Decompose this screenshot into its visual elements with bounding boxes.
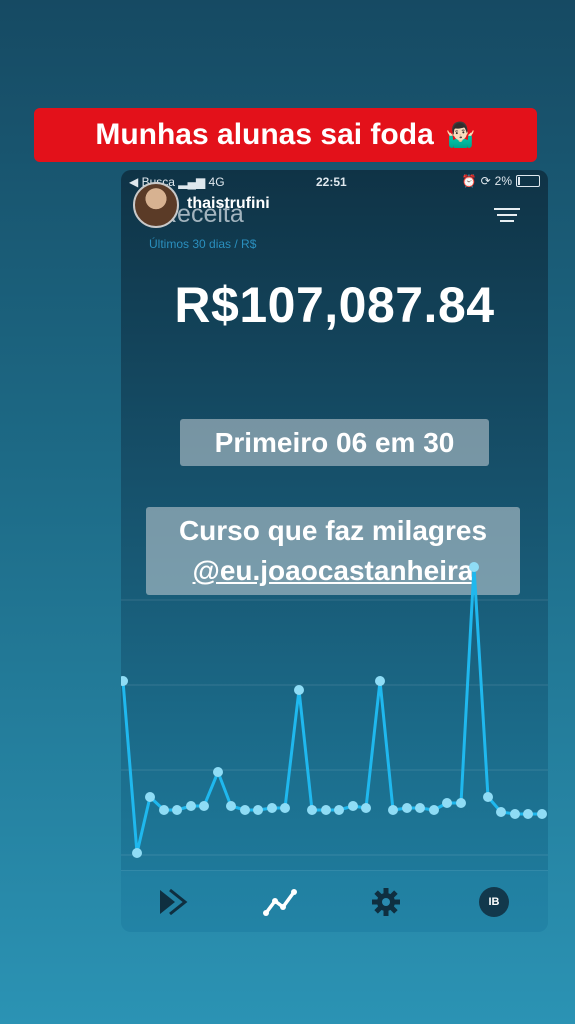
banner-text: Munhas alunas sai foda	[95, 118, 434, 151]
sticker-line-1: Primeiro 06 em 30	[214, 427, 455, 458]
username[interactable]: thaistrufini	[187, 195, 270, 213]
data-point	[429, 805, 439, 815]
data-point	[132, 848, 142, 858]
data-point	[172, 805, 182, 815]
data-point	[348, 801, 358, 811]
data-point	[456, 798, 466, 808]
tab-settings[interactable]	[369, 885, 403, 919]
data-point	[240, 805, 250, 815]
chart-icon	[263, 889, 297, 916]
data-point	[402, 803, 412, 813]
forward-icon	[160, 888, 188, 916]
data-point	[334, 805, 344, 815]
data-point	[280, 803, 290, 813]
tab-forward[interactable]	[156, 885, 190, 919]
data-point	[253, 805, 263, 815]
data-point	[375, 676, 385, 686]
story-caption-banner: Munhas alunas sai foda 🤷🏻‍♂️	[34, 108, 537, 162]
data-point	[159, 805, 169, 815]
lock-rotation-icon: ⟳	[480, 174, 491, 188]
series-line	[121, 565, 542, 855]
avatar[interactable]	[133, 182, 179, 228]
data-point	[267, 803, 277, 813]
filter-menu-icon[interactable]	[494, 204, 520, 226]
status-bar: ◀ Busca ▂▄▆ 4G 22:51 ⏰ ⟳ 2%	[121, 170, 548, 194]
text-sticker-primeiro: Primeiro 06 em 30	[180, 419, 489, 466]
data-point	[186, 801, 196, 811]
tab-profile[interactable]: IB	[477, 885, 511, 919]
data-point	[442, 798, 452, 808]
sticker-line-2: Curso que faz milagres	[178, 515, 488, 546]
revenue-amount: R$107,087.84	[174, 277, 495, 333]
data-point	[510, 809, 520, 819]
data-point	[199, 801, 209, 811]
data-point	[523, 809, 533, 819]
battery-icon	[516, 175, 540, 187]
data-point	[483, 792, 493, 802]
gear-icon	[372, 888, 400, 916]
shrug-emoji: 🤷🏻‍♂️	[445, 121, 476, 149]
data-point	[415, 803, 425, 813]
data-point	[361, 803, 371, 813]
data-point	[145, 792, 155, 802]
profile-badge: IB	[479, 887, 509, 917]
period-subtitle: Últimos 30 dias / R$	[149, 237, 257, 251]
battery-percent: 2%	[494, 174, 512, 188]
status-time: 22:51	[316, 175, 347, 189]
data-point	[226, 801, 236, 811]
data-point	[388, 805, 398, 815]
data-point	[496, 807, 506, 817]
data-point	[294, 685, 304, 695]
data-point	[213, 767, 223, 777]
revenue-line-chart	[121, 562, 548, 858]
tab-bar: IB	[121, 870, 548, 932]
status-right: ⏰ ⟳ 2%	[462, 174, 540, 188]
alarm-icon: ⏰	[461, 174, 477, 188]
data-point	[537, 809, 547, 819]
data-point	[469, 562, 479, 572]
data-point	[321, 805, 331, 815]
data-point	[307, 805, 317, 815]
app-screenshot: ◀ Busca ▂▄▆ 4G 22:51 ⏰ ⟳ 2% Receita thai…	[121, 170, 548, 932]
tab-chart[interactable]	[263, 885, 297, 919]
